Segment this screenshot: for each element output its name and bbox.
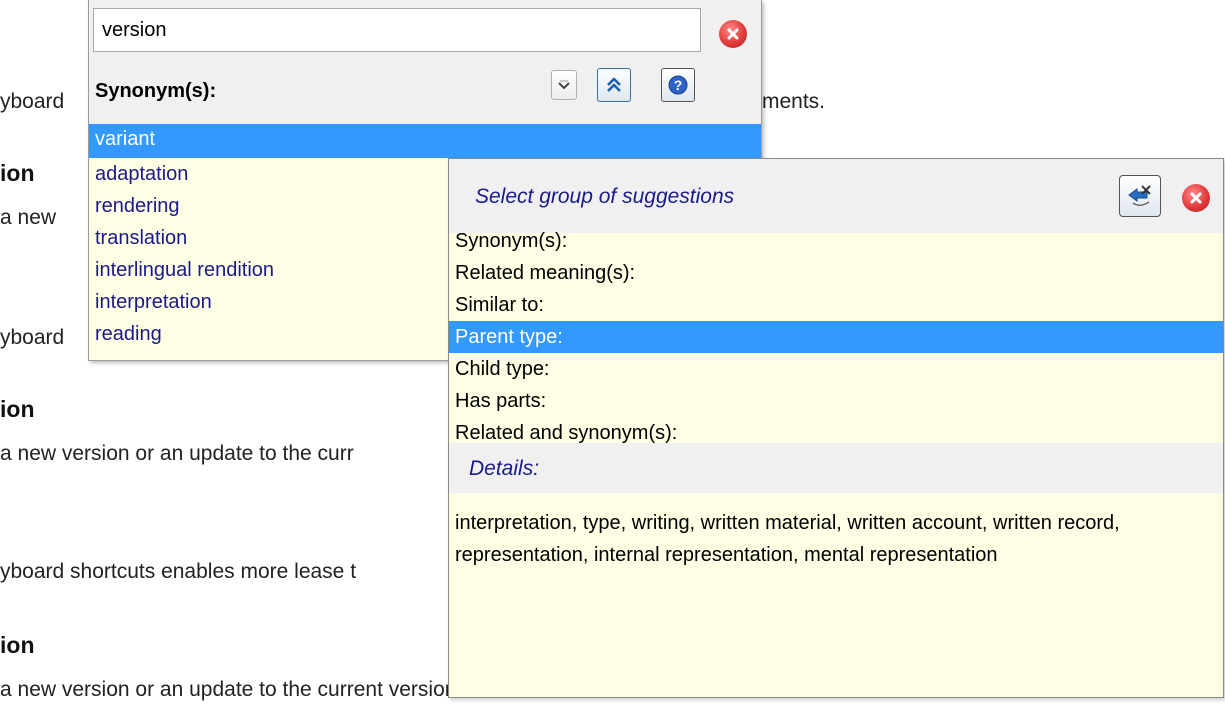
doc-text: yboard shortcuts enables more lease t [0,560,357,583]
help-button[interactable]: ? [661,68,695,102]
chevron-down-icon [558,80,570,90]
suggestion-group-list: Synonym(s): Related meaning(s): Similar … [449,225,1223,449]
help-icon: ? [668,75,688,95]
search-input[interactable] [93,8,701,52]
details-label: Details: [469,457,540,480]
synonym-popup-header: Synonym(s): ? [89,0,761,124]
suggestions-panel: Select group of suggestions Synonym(s): … [448,158,1224,698]
synonyms-heading: Synonym(s): [95,80,217,102]
close-icon[interactable] [719,20,747,48]
details-text: interpretation, type, writing, written m… [455,512,1120,566]
details-header: Details: [449,443,1223,493]
group-item-has-parts[interactable]: Has parts: [449,385,1223,417]
doc-text: a new [0,206,57,229]
doc-text: ments. [762,90,826,113]
group-item-similar-to[interactable]: Similar to: [449,289,1223,321]
group-item-parent-type[interactable]: Parent type: [449,321,1223,353]
group-item-synonyms[interactable]: Synonym(s): [449,225,1223,257]
doc-text: yboard [0,326,65,349]
group-item-related-meanings[interactable]: Related meaning(s): [449,257,1223,289]
doc-text: a new version or an update to the curr [0,442,354,465]
more-options-button[interactable] [551,70,577,100]
doc-heading: ion [0,160,35,186]
doc-text: yboard [0,90,65,113]
doc-heading: ion [0,396,35,422]
page: yboard ments. ion a new yboard ion a new… [0,0,1225,709]
close-icon[interactable] [1182,184,1210,212]
doc-heading: ion [0,632,35,658]
back-button[interactable] [1119,175,1161,217]
suggestions-header: Select group of suggestions [449,159,1223,233]
svg-text:?: ? [674,77,683,93]
collapse-button[interactable] [597,68,631,102]
double-chevron-up-icon [607,77,621,92]
synonym-item[interactable]: variant [89,124,761,158]
group-item-child-type[interactable]: Child type: [449,353,1223,385]
suggestions-title: Select group of suggestions [475,185,735,208]
back-arrow-icon [1128,185,1151,206]
